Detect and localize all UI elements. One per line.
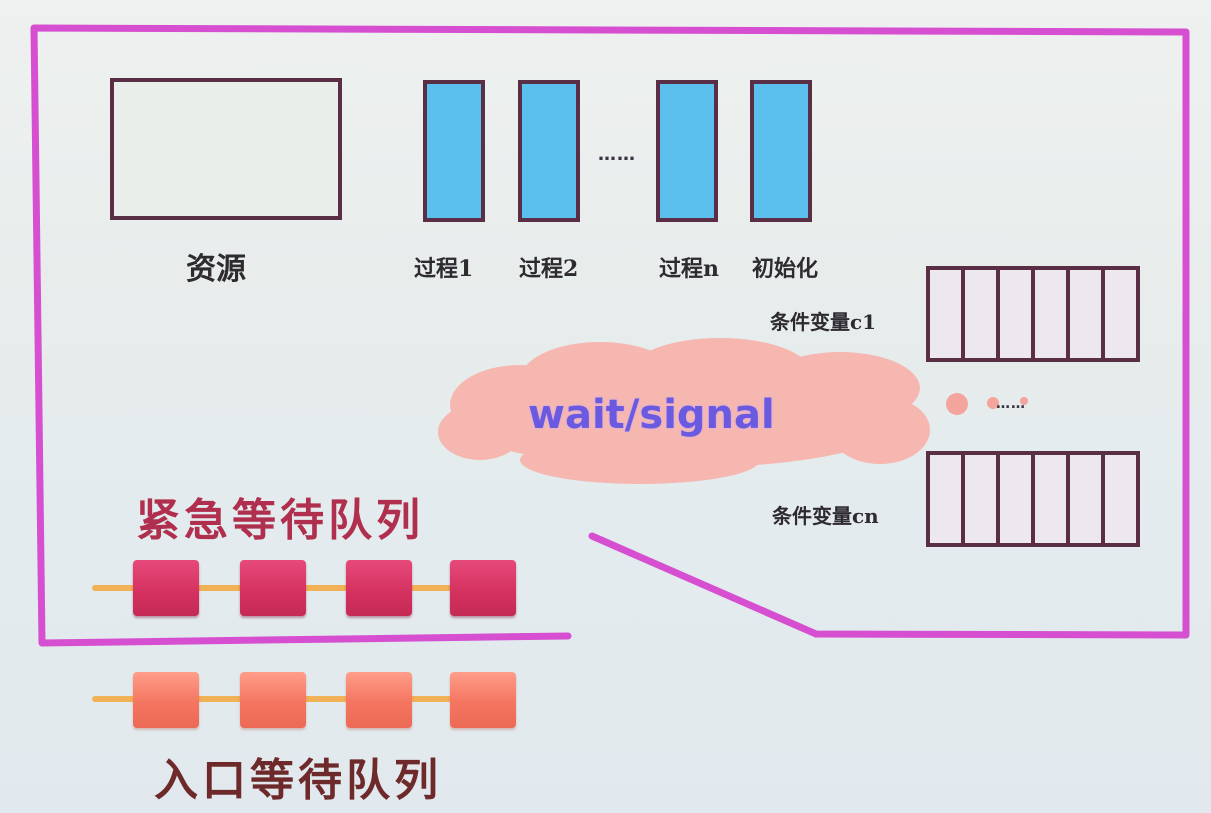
urgent-queue-item (133, 560, 199, 616)
condition-var-cn-label: 条件变量cn (772, 504, 879, 528)
condition-var-c1-queue (926, 266, 1140, 362)
queue-slot (1105, 270, 1136, 358)
procedure-2-box (518, 80, 580, 222)
queue-slot (1035, 455, 1070, 543)
wait-signal-label: wait/signal (528, 392, 775, 438)
entry-queue-title: 入口等待队列 (154, 755, 442, 806)
entry-queue-item (346, 672, 412, 728)
procedure-2-label: 过程2 (519, 256, 579, 282)
queue-slot (965, 270, 1000, 358)
queue-slot (1105, 455, 1136, 543)
queue-slot (1070, 455, 1105, 543)
urgent-queue-title: 紧急等待队列 (136, 495, 424, 546)
resource-label: 资源 (186, 252, 246, 287)
cloud-tail-dot-large (946, 393, 968, 415)
urgent-queue-item (346, 560, 412, 616)
entry-queue-item (450, 672, 516, 728)
urgent-queue-item (450, 560, 516, 616)
queue-slot (1035, 270, 1070, 358)
condition-var-c1-label: 条件变量c1 (770, 310, 877, 334)
entry-queue-item (133, 672, 199, 728)
entry-queue-item (240, 672, 306, 728)
init-procedure-box (750, 80, 812, 222)
procedure-ellipsis: …… (598, 144, 636, 165)
queue-slot (965, 455, 1000, 543)
queue-slot (930, 270, 965, 358)
queue-slot (930, 455, 965, 543)
procedure-n-label: 过程n (659, 256, 719, 282)
queue-slot (1000, 270, 1035, 358)
condition-var-ellipsis: …… (996, 396, 1026, 412)
init-procedure-label: 初始化 (752, 256, 819, 282)
queue-slot (1000, 455, 1035, 543)
condition-var-cn-queue (926, 451, 1140, 547)
resource-box (110, 78, 342, 220)
procedure-1-box (423, 80, 485, 222)
procedure-n-box (656, 80, 718, 222)
urgent-queue-item (240, 560, 306, 616)
procedure-1-label: 过程1 (414, 256, 474, 282)
queue-slot (1070, 270, 1105, 358)
